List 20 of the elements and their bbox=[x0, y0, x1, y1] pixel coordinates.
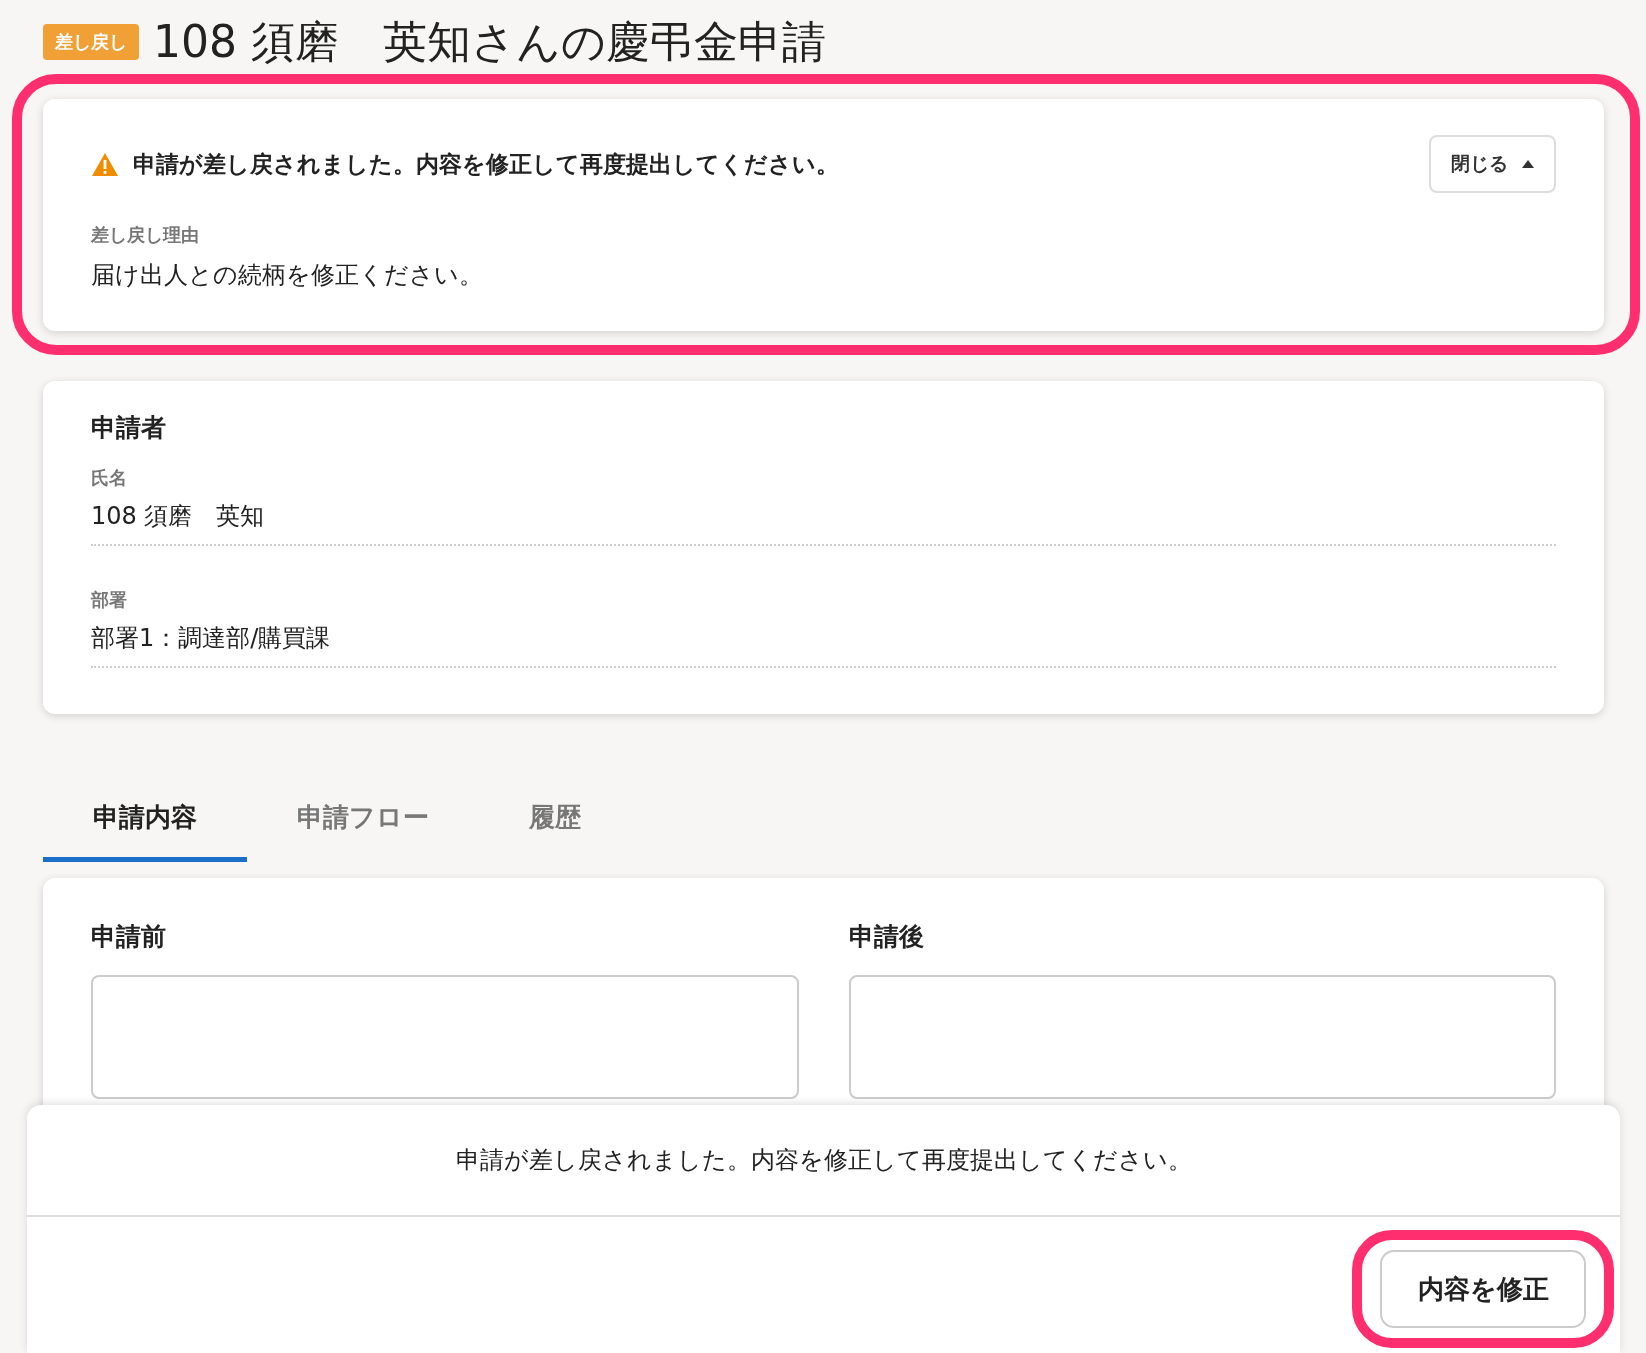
close-button[interactable]: 閉じる bbox=[1429, 135, 1556, 193]
tab[interactable]: 履歴 bbox=[479, 780, 631, 862]
field-label: 部署 bbox=[91, 588, 128, 612]
column-heading: 申請後 bbox=[848, 921, 925, 953]
warning-icon bbox=[91, 151, 119, 177]
alert-message: 申請が差し戻されました。内容を修正して再度提出してください。 bbox=[133, 149, 839, 179]
reason-text: 届け出人との続柄を修正ください。 bbox=[91, 260, 484, 291]
edit-button[interactable]: 内容を修正 bbox=[1380, 1250, 1586, 1328]
tab[interactable]: 申請内容 bbox=[43, 780, 247, 862]
field-label: 氏名 bbox=[91, 466, 128, 490]
status-badge: 差し戻し bbox=[43, 24, 139, 60]
field-value: 部署1：調達部/購買課 bbox=[91, 623, 332, 654]
field-value: 108 須磨 英知 bbox=[91, 501, 266, 532]
section-heading: 申請者 bbox=[91, 412, 167, 444]
column-heading: 申請前 bbox=[91, 921, 167, 953]
page-title: 108 須磨 英知さんの慶弔金申請 bbox=[153, 14, 826, 69]
caret-icon bbox=[1522, 160, 1534, 168]
footer-message: 申請が差し戻されました。内容を修正して再度提出してください。 bbox=[455, 1145, 1192, 1176]
tab[interactable]: 申請フロー bbox=[247, 780, 479, 862]
reason-label: 差し戻し理由 bbox=[91, 223, 200, 247]
